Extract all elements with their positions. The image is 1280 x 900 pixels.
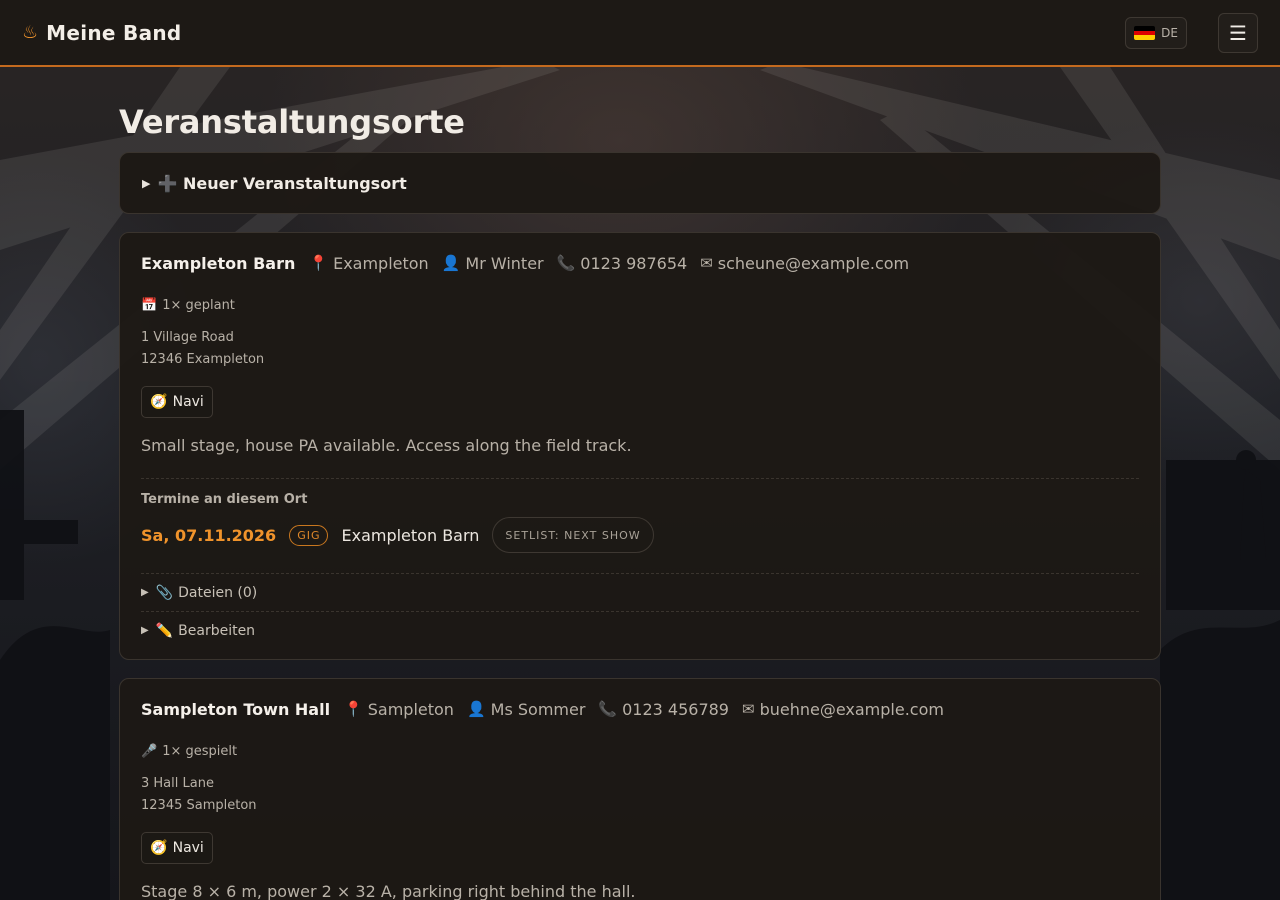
venue-stat: 📅 1× geplant [141, 294, 1139, 316]
microphone-icon: 🎤 [141, 743, 158, 759]
event-date[interactable]: Sa, 07.11.2026 [141, 526, 276, 545]
compass-icon: 🧭 [150, 394, 168, 410]
disclosure-triangle-icon: ▶ [141, 625, 149, 636]
pin-icon: 📍 [309, 254, 329, 272]
venue-card: Sampleton Town Hall 📍 Sampleton 👤 Ms Somme… [119, 678, 1161, 900]
paperclip-icon: 📎 [155, 584, 174, 601]
event-type-badge: GIG [289, 524, 329, 546]
address-line-2: 12346 Exampleton [141, 351, 265, 367]
venue-stat: 🎤 1× gespielt [141, 740, 1139, 762]
venue-email[interactable]: ✉ scheune@example.com [700, 254, 909, 273]
new-venue-label: ➕ Neuer Veranstaltungsort [157, 173, 407, 193]
venue-stat-text: 1× geplant [162, 297, 235, 313]
venue-address: 3 Hall Lane 12345 Sampleton [141, 773, 1139, 816]
venue-city: 📍 Sampleton [344, 700, 454, 719]
pin-icon: 📍 [344, 700, 363, 718]
venue-city-text: Sampleton [367, 699, 454, 719]
brand-name: Meine Band [46, 20, 182, 45]
top-bar: ♨ Meine Band DE ☰ [0, 0, 1280, 67]
mail-icon: ✉ [700, 254, 713, 272]
hot-springs-icon: ♨ [22, 22, 39, 43]
hamburger-menu-button[interactable]: ☰ [1218, 13, 1258, 53]
files-toggle[interactable]: ▶ 📎 Dateien (0) [141, 573, 1139, 611]
venue-contact: 👤 Mr Winter [442, 254, 544, 273]
setlist-badge[interactable]: SETLIST: NEXT SHOW [492, 517, 654, 553]
person-icon: 👤 [441, 254, 461, 272]
mail-icon: ✉ [741, 700, 755, 718]
venue-name: Exampleton Barn [141, 253, 296, 273]
venue-card: Exampleton Barn 📍 Exampleton 👤 Mr Winter 📞… [119, 232, 1161, 660]
disclosure-triangle-icon: ▶ [142, 176, 151, 190]
termine-section: Termine an diesem Ort Sa, 07.11.2026 GIG… [141, 478, 1139, 553]
files-label: Dateien (0) [178, 584, 258, 601]
hamburger-icon: ☰ [1229, 21, 1247, 45]
phone-icon: 📞 [598, 700, 618, 718]
calendar-icon: 📅 [141, 297, 158, 313]
venue-header: Sampleton Town Hall 📍 Sampleton 👤 Ms Somme… [141, 679, 1139, 737]
navi-label: Navi [172, 840, 204, 856]
navi-button[interactable]: 🧭 Navi [141, 386, 213, 418]
language-switcher[interactable]: DE [1125, 17, 1187, 49]
venue-email-text: scheune@example.com [717, 253, 910, 273]
navi-button[interactable]: 🧭 Navi [141, 832, 213, 864]
venue-address: 1 Village Road 12346 Exampleton [141, 327, 1139, 370]
venue-notes: Stage 8 × 6 m, power 2 × 32 A, parking r… [141, 882, 636, 900]
venue-phone[interactable]: 📞 0123 456789 [598, 700, 729, 719]
venue-phone-text: 0123 987654 [580, 253, 688, 273]
venue-name: Sampleton Town Hall [141, 699, 331, 719]
address-line-1: 3 Hall Lane [141, 776, 214, 791]
address-line-2: 12345 Sampleton [141, 797, 257, 813]
venue-notes: Small stage, house PA available. Access … [141, 436, 632, 455]
venue-phone-text: 0123 456789 [622, 699, 729, 719]
venue-contact-text: Mr Winter [465, 253, 544, 273]
venue-contact-text: Ms Sommer [490, 699, 586, 719]
edit-toggle[interactable]: ▶ ✏️ Bearbeiten [141, 611, 1139, 649]
main-content: Veranstaltungsorte ▶ ➕ Neuer Veranstaltu… [119, 67, 1161, 900]
new-venue-toggle[interactable]: ▶ ➕ Neuer Veranstaltungsort [119, 152, 1161, 214]
venue-header: Exampleton Barn 📍 Exampleton 👤 Mr Winter 📞… [141, 233, 1139, 291]
pencil-icon: ✏️ [155, 622, 174, 639]
page-title: Veranstaltungsorte [119, 103, 465, 141]
venue-email[interactable]: ✉ buehne@example.com [742, 700, 944, 719]
venue-contact: 👤 Ms Sommer [467, 700, 585, 719]
navi-label: Navi [172, 394, 204, 410]
venue-city: 📍 Exampleton [309, 254, 428, 273]
venue-city-text: Exampleton [333, 253, 429, 273]
person-icon: 👤 [466, 700, 486, 718]
disclosure-triangle-icon: ▶ [141, 587, 149, 598]
language-label: DE [1161, 26, 1178, 40]
phone-icon: 📞 [556, 254, 576, 272]
venue-email-text: buehne@example.com [759, 699, 944, 719]
venue-stat-text: 1× gespielt [162, 743, 238, 759]
brand[interactable]: ♨ Meine Band [22, 21, 182, 45]
edit-label: Bearbeiten [178, 622, 256, 639]
venue-phone[interactable]: 📞 0123 987654 [557, 254, 688, 273]
termine-title: Termine an diesem Ort [141, 492, 308, 507]
german-flag-icon [1134, 26, 1156, 40]
event-row[interactable]: Sa, 07.11.2026 GIG Exampleton Barn SETLI… [141, 517, 1139, 553]
event-venue: Exampleton Barn [341, 525, 480, 545]
address-line-1: 1 Village Road [141, 330, 234, 345]
compass-icon: 🧭 [150, 840, 168, 856]
